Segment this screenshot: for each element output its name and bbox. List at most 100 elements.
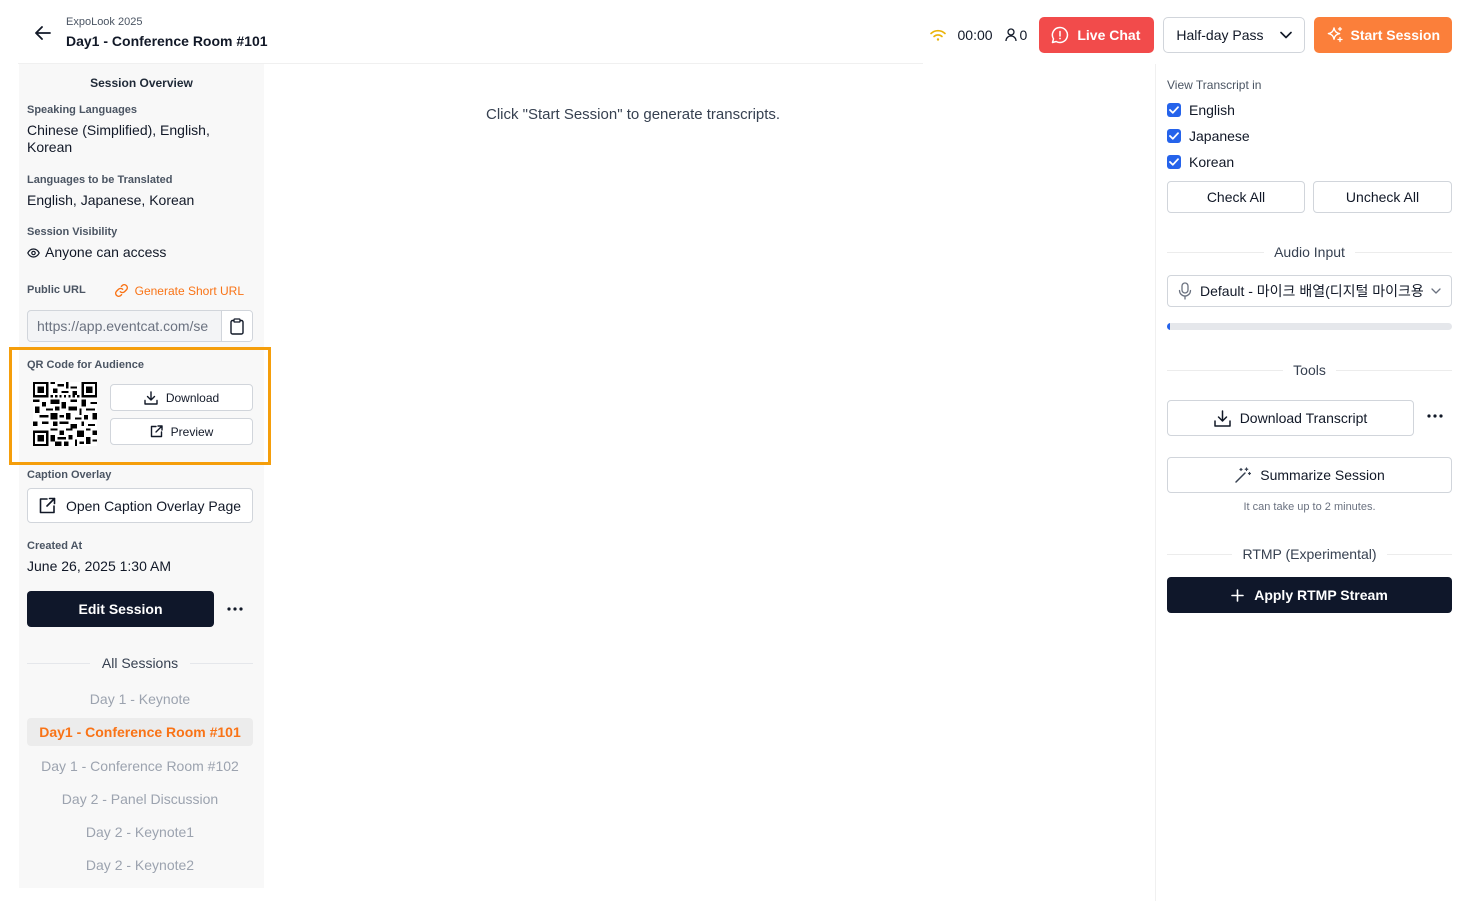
external-link-icon <box>150 425 163 438</box>
header-actions: 00:00 0 Live Chat Half-day Pass Start Se… <box>929 17 1452 53</box>
public-url-label: Public URL <box>27 284 86 296</box>
visibility-text: Anyone can access <box>45 244 167 260</box>
qr-download-label: Download <box>165 390 220 405</box>
rtmp-divider: RTMP (Experimental) <box>1167 546 1453 562</box>
session-list-item[interactable]: Day 2 - Keynote1 <box>27 818 253 846</box>
divider-line <box>1335 369 1452 371</box>
viewer-count: 0 <box>1004 27 1028 43</box>
start-session-label: Start Session <box>1350 27 1440 43</box>
back-button[interactable] <box>30 22 56 44</box>
session-title: Day1 - Conference Room #101 <box>66 33 268 49</box>
user-icon <box>1004 28 1017 42</box>
visibility-label: Session Visibility <box>27 226 118 238</box>
audio-level-meter <box>1167 323 1452 330</box>
open-caption-overlay-label: Open Caption Overlay Page <box>65 497 242 514</box>
session-list-item-active[interactable]: Day1 - Conference Room #101 <box>27 718 253 746</box>
magic-wand-icon <box>1235 466 1252 483</box>
divider-line <box>1167 369 1284 371</box>
session-timer: 00:00 <box>957 27 993 43</box>
download-icon <box>1213 409 1231 427</box>
pass-select[interactable]: Half-day Pass <box>1163 17 1305 53</box>
tools-label: Tools <box>1293 362 1326 378</box>
generate-short-url-label: Generate Short URL <box>134 283 244 298</box>
generate-short-url-link[interactable]: Generate Short URL <box>114 283 244 298</box>
speaking-languages-value: Chinese (Simplified), English, Korean <box>27 122 210 155</box>
sidebar-title: Session Overview <box>90 76 193 90</box>
language-label: English <box>1189 102 1235 118</box>
public-url-field[interactable]: https://app.eventcat.com/se <box>27 310 253 342</box>
transcript-empty-message: Click "Start Session" to generate transc… <box>486 106 781 123</box>
download-transcript-button[interactable]: Download Transcript <box>1167 400 1414 436</box>
download-transcript-label: Download Transcript <box>1239 410 1368 426</box>
qr-code-label: QR Code for Audience <box>27 359 144 371</box>
download-icon <box>144 390 158 405</box>
chevron-down-icon <box>1279 31 1292 39</box>
edit-session-label: Edit Session <box>78 601 163 617</box>
start-session-button[interactable]: Start Session <box>1313 17 1452 53</box>
more-options-icon[interactable] <box>1424 408 1446 424</box>
language-checkbox-japanese[interactable]: Japanese <box>1167 128 1250 144</box>
pass-select-value: Half-day Pass <box>1176 27 1264 43</box>
uncheck-all-label: Uncheck All <box>1345 189 1420 205</box>
event-name: ExpoLook 2025 <box>66 16 143 28</box>
uncheck-all-button[interactable]: Uncheck All <box>1313 181 1452 213</box>
apply-rtmp-stream-button[interactable]: Apply RTMP Stream <box>1167 577 1452 613</box>
view-transcript-label: View Transcript in <box>1167 78 1262 92</box>
audio-level-fill <box>1167 323 1170 330</box>
sparkle-icon <box>1327 26 1343 43</box>
check-all-label: Check All <box>1206 189 1266 205</box>
language-checkbox-english[interactable]: English <box>1167 102 1235 118</box>
tools-divider: Tools <box>1167 362 1452 378</box>
more-options-icon[interactable] <box>224 600 246 618</box>
live-chat-label: Live Chat <box>1077 27 1141 43</box>
checkbox-checked-icon[interactable] <box>1167 103 1181 117</box>
qr-preview-label: Preview <box>170 424 214 439</box>
live-chat-button[interactable]: Live Chat <box>1039 17 1155 53</box>
checkbox-checked-icon[interactable] <box>1167 129 1181 143</box>
top-header: ExpoLook 2025 Day1 - Conference Room #10… <box>0 0 1468 64</box>
session-list-item[interactable]: Day 1 - Keynote <box>27 685 253 713</box>
link-icon <box>114 284 128 297</box>
divider-line <box>1354 251 1452 253</box>
summarize-session-button[interactable]: Summarize Session <box>1167 457 1452 493</box>
language-checkbox-korean[interactable]: Korean <box>1167 154 1234 170</box>
session-list-item[interactable]: Day 1 - Conference Room #102 <box>27 752 253 780</box>
audio-input-label: Audio Input <box>1274 244 1345 260</box>
right-panel: View Transcript in English Japanese Kore… <box>1155 64 1468 901</box>
qr-download-button[interactable]: Download <box>110 384 253 411</box>
checkbox-checked-icon[interactable] <box>1167 155 1181 169</box>
qr-code-image <box>33 382 97 446</box>
session-list-item[interactable]: Day 2 - Keynote2 <box>27 851 253 879</box>
audio-input-select[interactable]: Default - 마이크 배열(디지털 마이크용... <box>1167 275 1452 307</box>
qr-preview-button[interactable]: Preview <box>110 418 253 445</box>
open-caption-overlay-button[interactable]: Open Caption Overlay Page <box>27 488 253 523</box>
viewer-count-value: 0 <box>1019 27 1028 43</box>
speaking-languages-label: Speaking Languages <box>27 104 138 116</box>
divider-line <box>1386 553 1453 555</box>
copy-url-button[interactable] <box>221 311 252 341</box>
wifi-icon <box>929 28 948 42</box>
public-url-value[interactable]: https://app.eventcat.com/se <box>28 311 221 341</box>
external-link-icon <box>39 497 56 514</box>
chat-icon <box>1052 26 1069 44</box>
chevron-down-icon <box>1431 288 1441 294</box>
audio-input-value: Default - 마이크 배열(디지털 마이크용... <box>1200 283 1423 299</box>
edit-session-button[interactable]: Edit Session <box>27 591 214 627</box>
visibility-value: Anyone can access <box>27 244 166 261</box>
microphone-icon <box>1178 282 1192 300</box>
divider-line <box>1167 251 1265 253</box>
summarize-note: It can take up to 2 minutes. <box>1243 501 1376 513</box>
translated-languages-label: Languages to be Translated <box>27 174 173 186</box>
language-label: Japanese <box>1189 128 1250 144</box>
audio-input-divider: Audio Input <box>1167 244 1452 260</box>
session-list-item[interactable]: Day 2 - Panel Discussion <box>27 785 253 813</box>
back-arrow-icon <box>35 26 51 40</box>
eye-icon <box>27 247 40 258</box>
rtmp-label: RTMP (Experimental) <box>1242 546 1377 562</box>
plus-icon <box>1231 588 1245 602</box>
language-label: Korean <box>1189 154 1235 170</box>
check-all-button[interactable]: Check All <box>1167 181 1305 213</box>
apply-rtmp-stream-label: Apply RTMP Stream <box>1254 587 1388 603</box>
divider-line <box>1167 553 1233 555</box>
summarize-session-label: Summarize Session <box>1260 467 1385 483</box>
